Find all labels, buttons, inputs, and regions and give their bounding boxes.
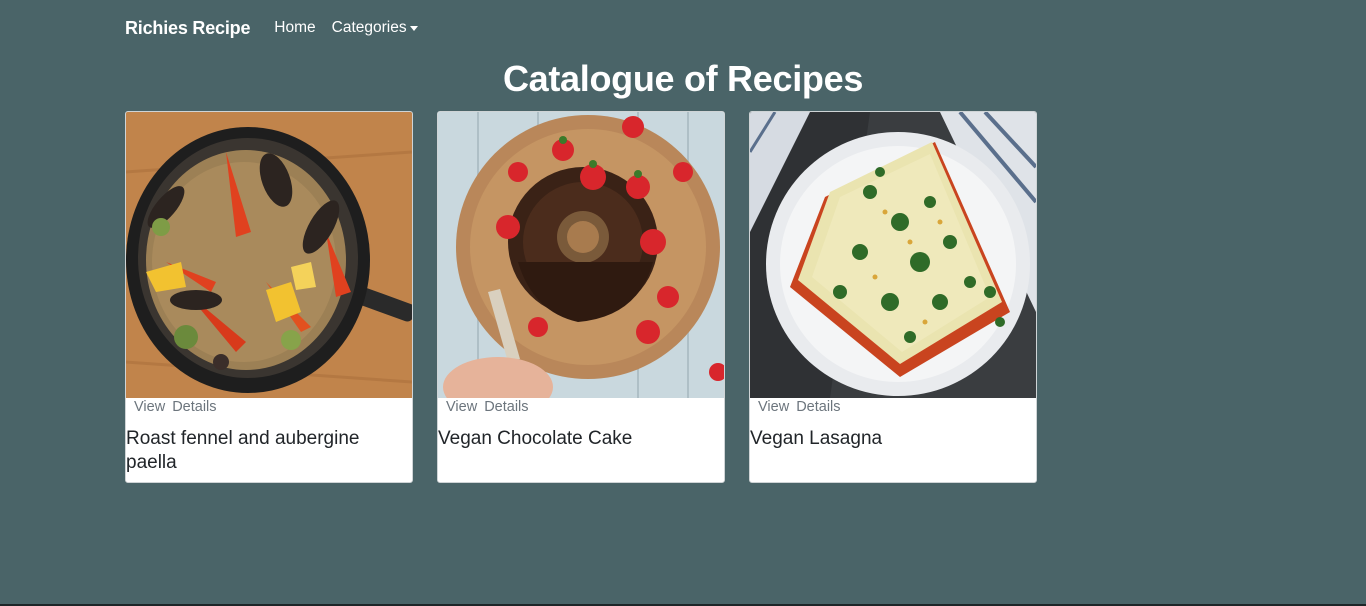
page-title: Catalogue of Recipes (502, 58, 864, 99)
recipe-title: Vegan Chocolate Cake (438, 428, 633, 449)
nav-dropdown-categories-label: Categories (331, 19, 407, 36)
nav-link-home-label: Home (274, 19, 316, 36)
navbar: Richies Recipe Home Categories (125, 14, 434, 42)
recipe-image-chocolate-cake[interactable] (438, 112, 724, 398)
brand-link[interactable]: Richies Recipe (125, 18, 250, 39)
recipe-image-paella[interactable] (126, 112, 412, 398)
recipe-title: Roast fennel and aubergine paella (126, 428, 360, 473)
recipe-card: View Details Vegan Chocolate Cake (437, 111, 725, 483)
caret-down-icon (409, 26, 418, 31)
recipe-card: View Details Roast fennel and aubergine … (125, 111, 413, 483)
nav-link-home[interactable]: Home (274, 19, 315, 37)
recipe-title: Vegan Lasagna (750, 428, 883, 449)
view-details-link[interactable]: View Details (758, 399, 841, 415)
nav-dropdown-categories[interactable]: Categories (332, 19, 418, 37)
view-details-link[interactable]: View Details (446, 399, 529, 415)
recipe-image-lasagna[interactable] (750, 112, 1036, 398)
recipe-card: View Details Vegan Lasagna (749, 111, 1037, 483)
view-details-link[interactable]: View Details (134, 399, 217, 415)
